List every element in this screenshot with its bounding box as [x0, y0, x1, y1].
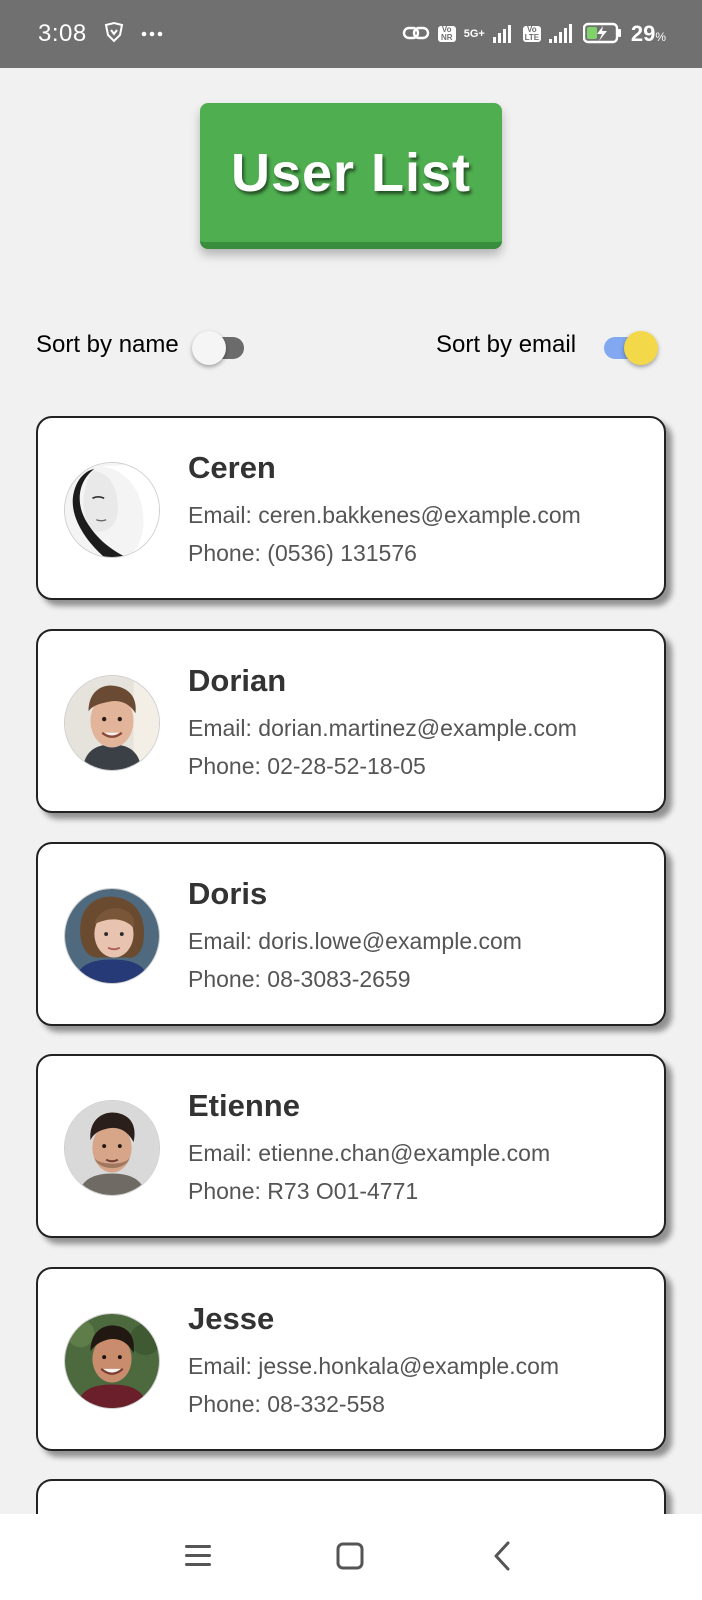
home-icon	[336, 1542, 364, 1570]
signal-icon	[492, 23, 515, 46]
user-name: Etienne	[188, 1088, 300, 1123]
sort-controls: Sort by name Sort by email	[36, 325, 666, 365]
title-banner: User List	[200, 103, 502, 253]
avatar-photo-icon	[65, 463, 159, 557]
avatar-photo-icon	[65, 676, 159, 770]
user-email: Email: jesse.honkala@example.com	[188, 1353, 560, 1379]
user-name: Doris	[188, 876, 268, 911]
status-bar: 3:08 Vo NR 5G+ Vo LTE 29%	[0, 0, 702, 68]
user-card[interactable]: Etienne Email: etienne.chan@example.com …	[36, 1054, 666, 1238]
user-avatar	[64, 1313, 160, 1409]
more-dots-icon	[141, 25, 163, 43]
status-right: Vo NR 5G+ Vo LTE 29%	[402, 21, 666, 47]
user-avatar	[64, 462, 160, 558]
back-button[interactable]	[482, 1536, 522, 1576]
user-email: Email: etienne.chan@example.com	[188, 1140, 551, 1166]
sort-by-name-toggle[interactable]	[192, 331, 244, 365]
menu-button[interactable]	[178, 1536, 218, 1576]
user-avatar	[64, 675, 160, 771]
app-screen: 3:08 Vo NR 5G+ Vo LTE 29% User List Sort…	[0, 0, 702, 1600]
brave-lion-icon	[103, 21, 125, 48]
network-type-label: 5G+	[463, 28, 485, 40]
system-nav-bar	[0, 1514, 702, 1600]
user-name: Ceren	[188, 450, 276, 485]
toggle-thumb	[624, 331, 658, 365]
sort-by-email-label: Sort by email	[436, 331, 577, 358]
status-left: 3:08	[38, 20, 163, 48]
user-phone: Phone: 08-3083-2659	[188, 966, 411, 992]
menu-icon	[185, 1545, 211, 1566]
user-name: Dorian	[188, 663, 287, 698]
battery-percent: 29%	[630, 21, 666, 46]
page-title: User List	[230, 142, 472, 203]
user-card[interactable]: Ceren Email: ceren.bakkenes@example.com …	[36, 416, 666, 600]
avatar-photo-icon	[65, 889, 159, 983]
sort-by-email-toggle[interactable]	[604, 331, 658, 365]
user-name: Jesse	[188, 1301, 275, 1336]
back-icon	[494, 1541, 510, 1571]
hotspot-link-icon	[402, 23, 430, 46]
battery-charging-icon	[582, 22, 623, 47]
user-avatar	[64, 1100, 160, 1196]
volte-lte-badge: Vo LTE	[522, 25, 541, 42]
sort-by-name-label: Sort by name	[36, 331, 179, 358]
title-badge: User List	[200, 103, 502, 249]
toggle-thumb	[192, 331, 226, 365]
user-card[interactable]: Dorian Email: dorian.martinez@example.co…	[36, 629, 666, 813]
avatar-photo-icon	[65, 1314, 159, 1408]
user-phone: Phone: R73 O01-4771	[188, 1178, 419, 1204]
home-button[interactable]	[330, 1536, 370, 1576]
user-email: Email: ceren.bakkenes@example.com	[188, 502, 581, 528]
user-card[interactable]: Doris Email: doris.lowe@example.com Phon…	[36, 842, 666, 1026]
user-card[interactable]: Jesse Email: jesse.honkala@example.com P…	[36, 1267, 666, 1451]
avatar-photo-icon	[65, 1101, 159, 1195]
user-phone: Phone: 08-332-558	[188, 1391, 385, 1417]
signal-icon-2	[548, 23, 575, 46]
user-email: Email: dorian.martinez@example.com	[188, 715, 577, 741]
user-avatar	[64, 888, 160, 984]
status-time: 3:08	[38, 20, 87, 47]
user-email: Email: doris.lowe@example.com	[188, 928, 522, 954]
user-phone: Phone: 02-28-52-18-05	[188, 753, 426, 779]
user-phone: Phone: (0536) 131576	[188, 540, 417, 566]
volte-badge: Vo NR	[437, 26, 456, 42]
